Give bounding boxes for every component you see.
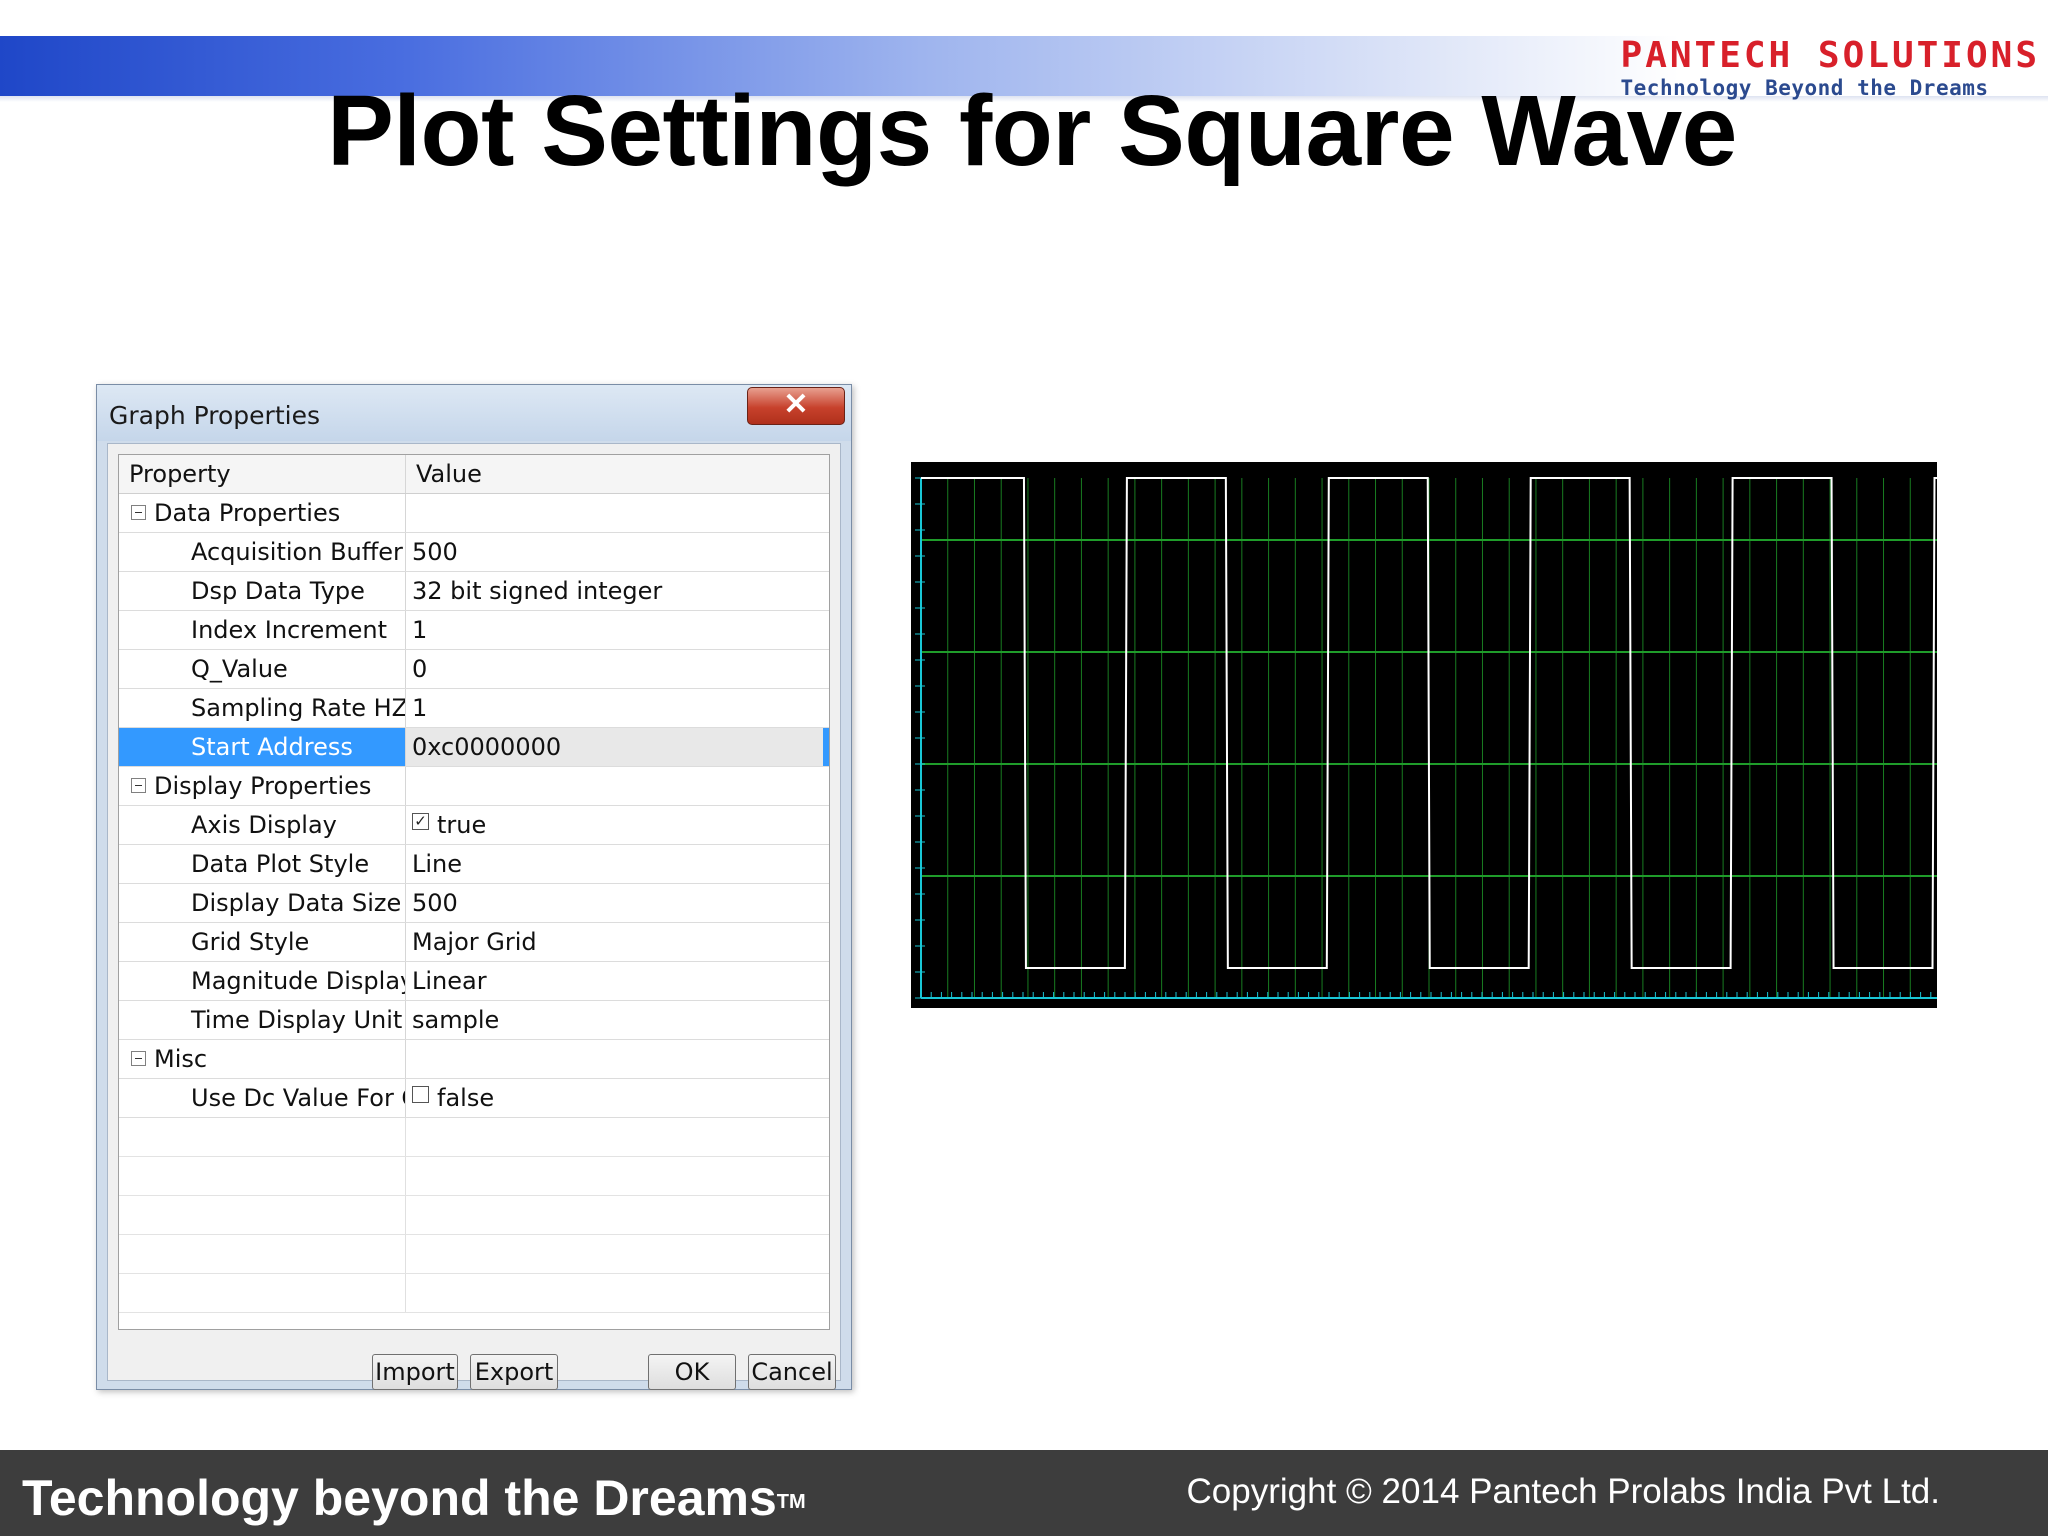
property-label: Time Display Unit	[191, 1006, 403, 1034]
property-row[interactable]: Magnitude Display Linear	[119, 962, 829, 1001]
property-grid[interactable]: Property Value Data Properties Acquisitio…	[118, 454, 830, 1330]
empty-grid-row	[119, 1157, 829, 1196]
footer-slogan-text: Technology beyond the Dreams	[22, 1470, 777, 1526]
dialog-title: Graph Properties	[109, 401, 320, 430]
property-value[interactable]: 500	[406, 538, 458, 566]
property-value[interactable]: 32 bit signed integer	[406, 577, 662, 605]
graph-properties-dialog: Graph Properties ✕ Property Value Data P…	[96, 384, 852, 1390]
property-label: Sampling Rate HZ	[191, 694, 406, 722]
property-value[interactable]: sample	[406, 1006, 499, 1034]
property-value[interactable]: true	[437, 811, 486, 839]
checkbox-unchecked[interactable]	[412, 1085, 429, 1103]
property-row[interactable]: Grid Style Major Grid	[119, 923, 829, 962]
property-label: Display Data Size	[191, 889, 402, 917]
square-wave-plot	[911, 462, 1937, 1008]
property-label: Dsp Data Type	[191, 577, 365, 605]
export-button[interactable]: Export	[470, 1354, 558, 1390]
property-label: Data Plot Style	[191, 850, 370, 878]
footer-slogan: Technology beyond the DreamsTM	[22, 1468, 806, 1528]
cancel-button[interactable]: Cancel	[748, 1354, 836, 1390]
property-value[interactable]: 1	[406, 616, 427, 644]
slide-title: Plot Settings for Square Wave	[327, 75, 1737, 187]
empty-grid-row	[119, 1274, 829, 1313]
property-row[interactable]: Dsp Data Type 32 bit signed integer	[119, 572, 829, 611]
dialog-client-area: Property Value Data Properties Acquisitio…	[107, 443, 841, 1390]
property-label: Acquisition Buffer S	[191, 538, 406, 566]
empty-grid-row	[119, 1118, 829, 1157]
column-header-value: Value	[416, 460, 482, 488]
ok-button[interactable]: OK	[648, 1354, 736, 1390]
property-row[interactable]: Time Display Unit sample	[119, 1001, 829, 1040]
square-wave-plot-svg	[915, 477, 1937, 999]
close-icon: ✕	[783, 388, 809, 421]
property-value[interactable]: 0xc0000000	[406, 733, 561, 761]
property-row[interactable]: Use Dc Value For Gi false	[119, 1079, 829, 1118]
property-row[interactable]: Data Plot Style Line	[119, 845, 829, 884]
property-label: Axis Display	[191, 811, 337, 839]
square-wave-trace	[921, 477, 1937, 969]
property-value[interactable]: false	[437, 1084, 494, 1112]
property-value[interactable]: Line	[406, 850, 462, 878]
footer-bar: Technology beyond the DreamsTM Copyright…	[0, 1450, 2048, 1536]
empty-grid-row	[119, 1235, 829, 1274]
dialog-titlebar[interactable]: Graph Properties ✕	[97, 385, 851, 441]
property-label: Grid Style	[191, 928, 310, 956]
property-label: Q_Value	[191, 655, 288, 683]
property-row[interactable]: Sampling Rate HZ 1	[119, 689, 829, 728]
category-label: Misc	[154, 1045, 208, 1073]
collapse-icon[interactable]	[131, 777, 146, 793]
property-category-row[interactable]: Data Properties	[119, 494, 829, 533]
import-button[interactable]: Import	[372, 1354, 458, 1390]
category-label: Display Properties	[154, 772, 372, 800]
property-grid-header: Property Value	[119, 455, 829, 494]
selection-indicator	[823, 728, 829, 766]
property-category-row[interactable]: Display Properties	[119, 767, 829, 806]
property-value[interactable]: 500	[406, 889, 458, 917]
property-row[interactable]: Q_Value 0	[119, 650, 829, 689]
checkbox-checked[interactable]: ✓	[412, 812, 429, 830]
category-label: Data Properties	[154, 499, 341, 527]
footer-copyright: Copyright © 2014 Pantech Prolabs India P…	[1186, 1472, 1940, 1511]
property-category-row[interactable]: Misc	[119, 1040, 829, 1079]
property-row[interactable]: Acquisition Buffer S 500	[119, 533, 829, 572]
property-value[interactable]: 0	[406, 655, 427, 683]
column-header-property: Property	[129, 460, 231, 488]
property-label: Magnitude Display	[191, 967, 406, 995]
trademark-mark: TM	[776, 1491, 806, 1513]
property-value[interactable]: 1	[406, 694, 427, 722]
property-row[interactable]: Axis Display ✓ true	[119, 806, 829, 845]
property-row[interactable]: Index Increment 1	[119, 611, 829, 650]
property-label: Index Increment	[191, 616, 388, 644]
close-button[interactable]: ✕	[747, 387, 845, 425]
logo-name: PANTECH SOLUTIONS	[1621, 36, 2040, 76]
property-label: Use Dc Value For Gi	[191, 1084, 406, 1112]
collapse-icon[interactable]	[131, 1050, 146, 1066]
property-row[interactable]: Start Address 0xc0000000	[119, 728, 829, 767]
empty-grid-row	[119, 1196, 829, 1235]
collapse-icon[interactable]	[131, 504, 146, 520]
property-value[interactable]: Linear	[406, 967, 487, 995]
property-value[interactable]: Major Grid	[406, 928, 537, 956]
logo-name-left: PANTECH	[1620, 35, 1794, 76]
property-label: Start Address	[191, 733, 353, 761]
property-row[interactable]: Display Data Size 500	[119, 884, 829, 923]
logo-name-right: SOLUTIONS	[1817, 35, 2040, 76]
